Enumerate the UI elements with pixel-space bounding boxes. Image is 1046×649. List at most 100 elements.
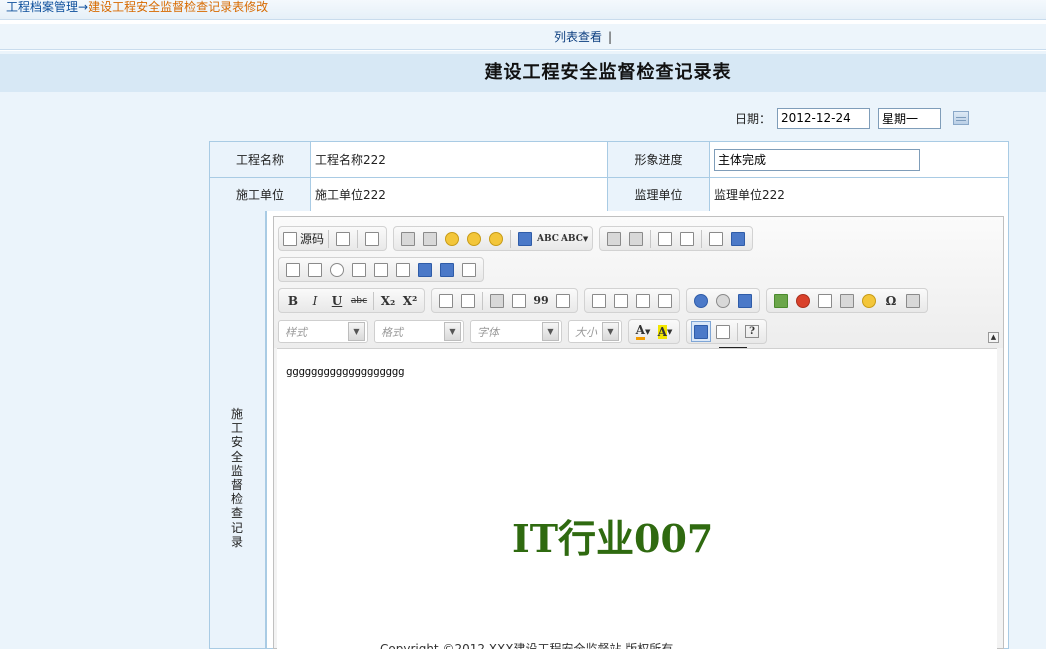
size-select[interactable]: 大小 ▼ [568, 320, 622, 343]
align-right-icon [636, 293, 650, 308]
subscript-icon: X₂ [380, 293, 396, 308]
radio-button[interactable] [327, 259, 347, 280]
special-char-button[interactable]: Ω [881, 290, 901, 311]
breadcrumb-arrow: → [78, 0, 89, 14]
show-blocks-button[interactable] [713, 321, 733, 342]
toolbar-divider [737, 322, 738, 341]
chevron-down-icon: ▼ [542, 322, 559, 341]
bold-button[interactable]: B [283, 290, 303, 311]
redo-button[interactable] [626, 228, 646, 249]
anchor-button[interactable] [735, 290, 755, 311]
italic-button[interactable]: I [305, 290, 325, 311]
date-row: 日期： [735, 107, 970, 129]
align-left-button[interactable] [589, 290, 609, 311]
paste-word-button[interactable] [486, 228, 506, 249]
help-button[interactable]: ? [742, 321, 762, 342]
print-button[interactable] [515, 228, 535, 249]
div-container-button[interactable] [553, 290, 573, 311]
maximize-button[interactable] [691, 321, 711, 342]
spellcheck-button[interactable]: ABC [537, 228, 559, 249]
remove-format-button[interactable] [728, 228, 748, 249]
chevron-down-icon: ▼ [444, 322, 461, 341]
format-select[interactable]: 格式 ▼ [374, 320, 464, 343]
image-button-button[interactable] [437, 259, 457, 280]
outdent-button[interactable] [487, 290, 507, 311]
blockquote-button[interactable]: 99 [531, 290, 551, 311]
undo-icon [607, 231, 622, 246]
print-icon [518, 231, 533, 246]
preview-button[interactable] [333, 228, 353, 249]
paste-text-button[interactable] [464, 228, 484, 249]
progress-input[interactable] [714, 148, 920, 171]
toolbar-group-basic-styles: B I U abc X₂ X² [278, 288, 425, 313]
page-title: 建设工程安全监督检查记录表 [484, 62, 732, 83]
strike-button[interactable]: abc [349, 290, 369, 311]
bulleted-list-button[interactable] [458, 290, 478, 311]
bg-color-button[interactable]: A ▼ [655, 321, 675, 342]
strike-icon: abc [350, 295, 368, 306]
align-center-button[interactable] [611, 290, 631, 311]
image-button[interactable] [771, 290, 791, 311]
horizontal-rule-button[interactable] [837, 290, 857, 311]
text-field-button[interactable] [349, 259, 369, 280]
text-color-icon: A [635, 323, 645, 340]
find-button[interactable] [655, 228, 675, 249]
table-button[interactable] [815, 290, 835, 311]
paste-button[interactable] [442, 228, 462, 249]
form-button[interactable] [283, 259, 303, 280]
link-button[interactable] [691, 290, 711, 311]
project-name-value: 工程名称222 [310, 141, 608, 178]
record-label-cell: 施工安全监督检查记录 [209, 211, 266, 649]
toolbar-divider [328, 229, 330, 248]
date-input[interactable] [777, 107, 871, 129]
editor-content-text[interactable]: ggggggggggggggggggg [286, 365, 405, 378]
spellcheck-dropdown-icon: ABC [560, 233, 583, 244]
form-button-button[interactable] [415, 259, 435, 280]
toolbar-collapse-button[interactable]: ▲ [988, 332, 999, 343]
copy-button[interactable] [420, 228, 440, 249]
smiley-button[interactable] [859, 290, 879, 311]
subscript-button[interactable]: X₂ [378, 290, 398, 311]
textarea-button[interactable] [371, 259, 391, 280]
indent-button[interactable] [509, 290, 529, 311]
select-field-button[interactable] [393, 259, 413, 280]
style-select[interactable]: 样式 ▼ [278, 320, 368, 343]
spellcheck-as-you-type-button[interactable]: ABC ▼ [561, 228, 588, 249]
breadcrumb-root-link[interactable]: 工程档案管理 [6, 0, 78, 14]
calendar-icon[interactable] [953, 111, 970, 125]
unlink-button[interactable] [713, 290, 733, 311]
align-center-icon [614, 293, 628, 308]
paste-word-icon [489, 231, 504, 246]
toolbar-row-1: 源码 ABC ABC ▼ [278, 226, 759, 251]
contractor-value: 施工单位222 [310, 177, 608, 212]
toolbar-divider [510, 229, 512, 248]
show-blocks-icon [716, 324, 730, 339]
text-color-button[interactable]: A ▼ [633, 321, 653, 342]
help-icon: ? [745, 325, 759, 338]
page-break-button[interactable] [903, 290, 923, 311]
superscript-button[interactable]: X² [400, 290, 420, 311]
justify-button[interactable] [655, 290, 675, 311]
font-select[interactable]: 字体 ▼ [470, 320, 562, 343]
checkbox-button[interactable] [305, 259, 325, 280]
replace-button[interactable] [677, 228, 697, 249]
hidden-field-button[interactable] [459, 259, 479, 280]
cut-button[interactable] [398, 228, 418, 249]
weekday-field[interactable] [878, 107, 942, 129]
align-right-button[interactable] [633, 290, 653, 311]
eraser-icon [731, 231, 746, 246]
image-button-icon [440, 262, 454, 277]
editor-content-area[interactable]: ggggggggggggggggggg [277, 348, 997, 649]
undo-button[interactable] [604, 228, 624, 249]
numbered-list-button[interactable] [436, 290, 456, 311]
select-all-button[interactable] [706, 228, 726, 249]
templates-button[interactable] [362, 228, 382, 249]
list-view-link[interactable]: 列表查看 [434, 30, 602, 44]
italic-icon: I [312, 293, 318, 308]
source-button[interactable]: 源码 [283, 228, 324, 249]
cut-icon [401, 231, 416, 246]
flash-button[interactable] [793, 290, 813, 311]
link-icon [694, 293, 708, 308]
underline-button[interactable]: U [327, 290, 347, 311]
numbered-list-icon [439, 293, 453, 308]
